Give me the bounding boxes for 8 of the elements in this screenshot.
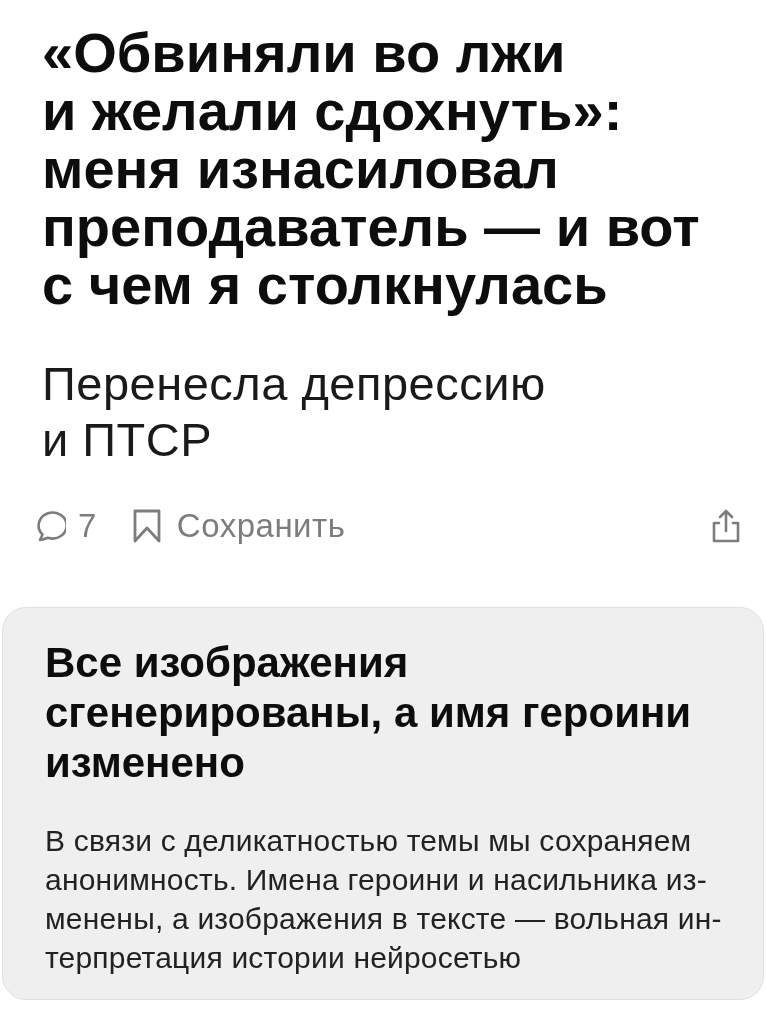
comments-button[interactable]: 7 — [32, 507, 97, 545]
article-title: «Обвиняли во лжи и желали сдохнуть»: меня изнасиловал преподаватель — и вот с чем я столкнулась — [42, 24, 701, 314]
save-button[interactable]: Сохранить — [132, 507, 346, 545]
notice-title: Все изображения сгенерированы, а имя героини изменено — [45, 638, 693, 788]
bookmark-icon — [132, 509, 161, 543]
article-subtitle: Перенесла депрессию и ПТСР — [42, 356, 547, 468]
notice-text: В связи с деликатностью темы мы сохраняем анонимность. Имена героини и насильника из- менены, а изображения в тексте — вольная ин- терпретация истории нейросетью — [45, 823, 723, 976]
share-icon[interactable] — [710, 509, 742, 543]
